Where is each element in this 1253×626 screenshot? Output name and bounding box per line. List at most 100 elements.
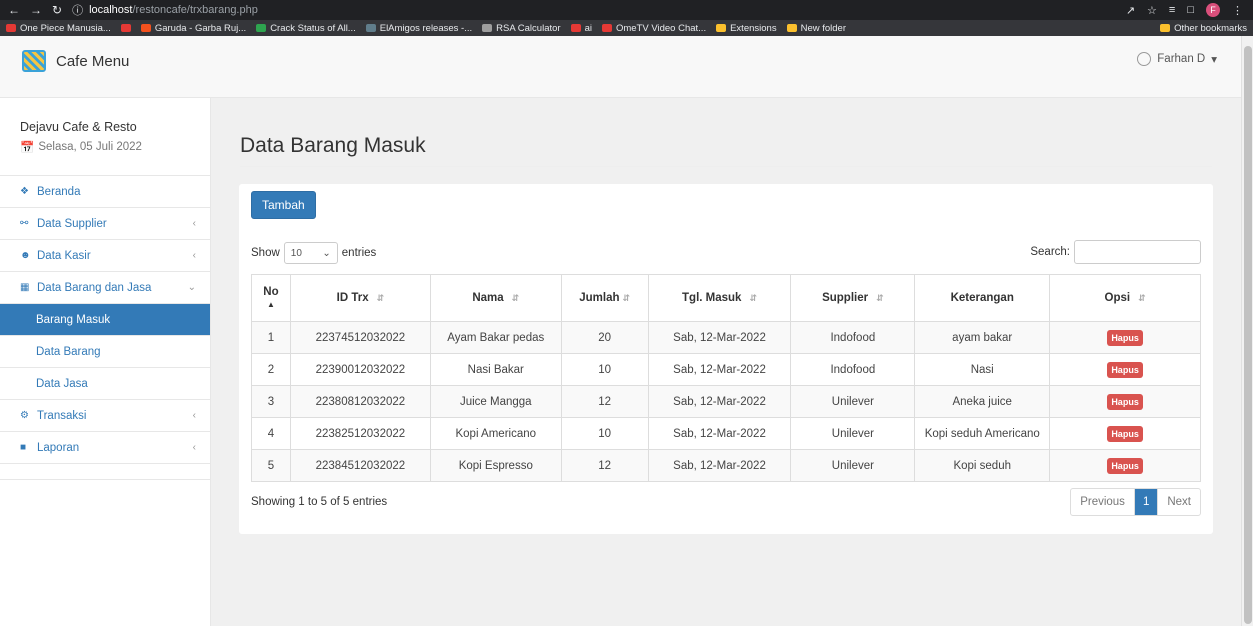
sidebar: Dejavu Cafe & Resto 📅 Selasa, 05 Juli 202… xyxy=(0,98,211,626)
delete-button[interactable]: Hapus xyxy=(1107,329,1143,346)
bookmark-item[interactable]: Crack Status of All... xyxy=(256,23,356,34)
bookmark-item[interactable]: Garuda - Garba Ruj... xyxy=(140,23,246,34)
user-menu[interactable]: Farhan D ▾ xyxy=(1137,52,1217,66)
other-bookmarks[interactable]: Other bookmarks xyxy=(1160,23,1253,34)
entries-length: Show 10 ⌄ entries xyxy=(251,242,376,264)
add-button[interactable]: Tambah xyxy=(251,191,316,219)
sidebar-item-data-kasir[interactable]: ☻ Data Kasir ‹ xyxy=(0,240,210,272)
info-icon: ⓘ xyxy=(72,5,84,17)
table-search: Search: xyxy=(1030,240,1201,264)
folder-icon: ■ xyxy=(20,442,27,453)
table-row: 2 22390012032022 Nasi Bakar 10 Sab, 12-Mar-2… xyxy=(251,353,1201,386)
chevron-down-icon: ⌄ xyxy=(187,282,196,293)
sidebar-item-data-jasa[interactable]: Data Jasa xyxy=(0,368,210,400)
column-header-no[interactable]: No ▲ xyxy=(251,274,291,322)
column-header-id-trx[interactable]: ID Trx ⇵ xyxy=(289,274,431,322)
search-input[interactable] xyxy=(1074,240,1201,264)
url-host: localhost xyxy=(89,4,133,16)
chevron-left-icon: ‹ xyxy=(192,442,196,453)
forward-icon[interactable]: → xyxy=(30,3,42,17)
brand[interactable]: Cafe Menu xyxy=(22,50,129,72)
delete-button[interactable]: Hapus xyxy=(1107,425,1143,442)
sidebar-item-barang-masuk[interactable]: Barang Masuk xyxy=(0,304,210,336)
sort-icon: ⇵ xyxy=(1138,293,1146,303)
calendar-icon: 📅 xyxy=(20,142,35,154)
column-header-tgl-masuk[interactable]: Tgl. Masuk ⇵ xyxy=(647,274,792,322)
cafe-name: Dejavu Cafe & Resto xyxy=(20,120,137,134)
share-icon[interactable]: ↗ xyxy=(1126,4,1135,17)
table-row: 3 22380812032022 Juice Mangga 12 Sab, 12-Mar… xyxy=(251,385,1201,418)
sort-icon: ⇵ xyxy=(376,293,385,303)
search-label: Search: xyxy=(1030,246,1070,258)
page-title: Data Barang Masuk xyxy=(240,134,426,157)
app-navbar: Cafe Menu Farhan D ▾ xyxy=(0,36,1241,98)
column-header-opsi[interactable]: Opsi ⇵ xyxy=(1049,274,1201,322)
table-row: 4 22382512032022 Kopi Americano 10 Sab, 12-M… xyxy=(251,417,1201,450)
delete-button[interactable]: Hapus xyxy=(1107,361,1143,378)
bookmark-item[interactable]: One Piece Manusia... xyxy=(6,23,111,34)
cafe-logo-icon xyxy=(22,50,46,72)
chevron-left-icon: ‹ xyxy=(192,250,196,261)
grid-icon: ▦ xyxy=(20,282,30,293)
pagination-next[interactable]: Next xyxy=(1157,489,1200,515)
url-path: /restoncafe/trxbarang.php xyxy=(132,4,258,16)
entries-label: entries xyxy=(341,247,377,259)
table-row: 5 22384512032022 Kopi Espresso 12 Sab, 12-Ma… xyxy=(251,449,1201,482)
show-label: Show xyxy=(251,247,280,259)
page-scrollbar[interactable] xyxy=(1241,36,1253,626)
browser-toolbar: ← → ↻ ⓘ localhost/restoncafe/trxbarang.p… xyxy=(0,0,1253,20)
table-info: Showing 1 to 5 of 5 entries xyxy=(251,496,388,508)
bookmark-item[interactable]: OmeTV Video Chat... xyxy=(601,23,706,34)
bookmark-item[interactable]: RSA Calculator xyxy=(482,23,561,34)
chevron-left-icon: ‹ xyxy=(192,218,196,229)
profile-avatar[interactable]: F xyxy=(1206,3,1220,17)
delete-button[interactable]: Hapus xyxy=(1107,457,1143,474)
bookmark-item[interactable]: New folder xyxy=(786,23,846,34)
pagination-page-1[interactable]: 1 xyxy=(1134,489,1158,515)
user-name: Farhan D xyxy=(1157,53,1206,65)
table-row: 1 22374512032022 Ayam Bakar pedas 20 Sab, 12… xyxy=(251,321,1201,354)
sidebar-divider xyxy=(0,464,210,480)
menu-kebab-icon[interactable]: ⋮ xyxy=(1232,4,1243,17)
sort-icon: ⇵ xyxy=(749,293,757,303)
data-table: No ▲ ID Trx ⇵ Nama ⇵ Jumlah ⇵ Tgl. Masuk ⇵ Su… xyxy=(251,274,1201,482)
sidebar-item-transaksi[interactable]: ⚙ Transaksi ‹ xyxy=(0,400,210,432)
sidebar-header: Dejavu Cafe & Resto 📅 Selasa, 05 Juli 202… xyxy=(0,98,210,176)
bookmark-item[interactable]: ai xyxy=(570,23,592,34)
scroll-thumb[interactable] xyxy=(1244,46,1252,624)
sidebar-item-data-barang-jasa[interactable]: ▦ Data Barang dan Jasa ⌄ xyxy=(0,272,210,304)
current-date: 📅 Selasa, 05 Juli 2022 xyxy=(20,141,142,154)
sidebar-item-beranda[interactable]: ❖ Beranda xyxy=(0,176,210,208)
sort-icon: ⇵ xyxy=(622,293,631,303)
table-header-row: No ▲ ID Trx ⇵ Nama ⇵ Jumlah ⇵ Tgl. Masuk ⇵ Su… xyxy=(251,274,1201,322)
bookmark-item[interactable]: Extensions xyxy=(716,23,777,34)
chevron-down-icon: ⌄ xyxy=(322,247,331,259)
column-header-jumlah[interactable]: Jumlah ⇵ xyxy=(560,274,649,322)
bookmarks-bar: One Piece Manusia... Garuda - Garba Ruj.… xyxy=(0,20,1253,36)
address-bar[interactable]: ⓘ localhost/restoncafe/trxbarang.php xyxy=(72,2,258,18)
user-icon xyxy=(1137,52,1152,66)
bookmark-item[interactable]: ElAmigos releases -... xyxy=(365,23,472,34)
reading-list-icon[interactable]: ≡ xyxy=(1169,4,1175,16)
pagination: Previous 1 Next xyxy=(1070,488,1201,516)
delete-button[interactable]: Hapus xyxy=(1107,393,1143,410)
content-panel: Tambah Show 10 ⌄ entries Search: No ▲ ID T… xyxy=(239,184,1213,534)
column-header-keterangan[interactable]: Keterangan xyxy=(914,274,1051,322)
sidebar-item-laporan[interactable]: ■ Laporan ‹ xyxy=(0,432,210,464)
gear-icon: ⚙ xyxy=(20,410,29,421)
sidepanel-icon[interactable]: □ xyxy=(1187,4,1194,16)
sidebar-item-data-barang[interactable]: Data Barang xyxy=(0,336,210,368)
reload-icon[interactable]: ↻ xyxy=(52,3,62,17)
sort-icon: ⇵ xyxy=(511,293,520,303)
back-icon[interactable]: ← xyxy=(8,3,20,17)
star-icon[interactable]: ☆ xyxy=(1147,4,1157,17)
chevron-left-icon: ‹ xyxy=(192,410,196,421)
column-header-nama[interactable]: Nama ⇵ xyxy=(429,274,562,322)
bookmark-item[interactable] xyxy=(120,24,131,32)
users-icon: ☻ xyxy=(20,250,31,261)
title-divider xyxy=(240,166,1212,167)
pagination-previous[interactable]: Previous xyxy=(1071,489,1135,515)
sidebar-item-data-supplier[interactable]: ⚯ Data Supplier ‹ xyxy=(0,208,210,240)
entries-select[interactable]: 10 ⌄ xyxy=(283,242,338,264)
column-header-supplier[interactable]: Supplier ⇵ xyxy=(790,274,916,322)
